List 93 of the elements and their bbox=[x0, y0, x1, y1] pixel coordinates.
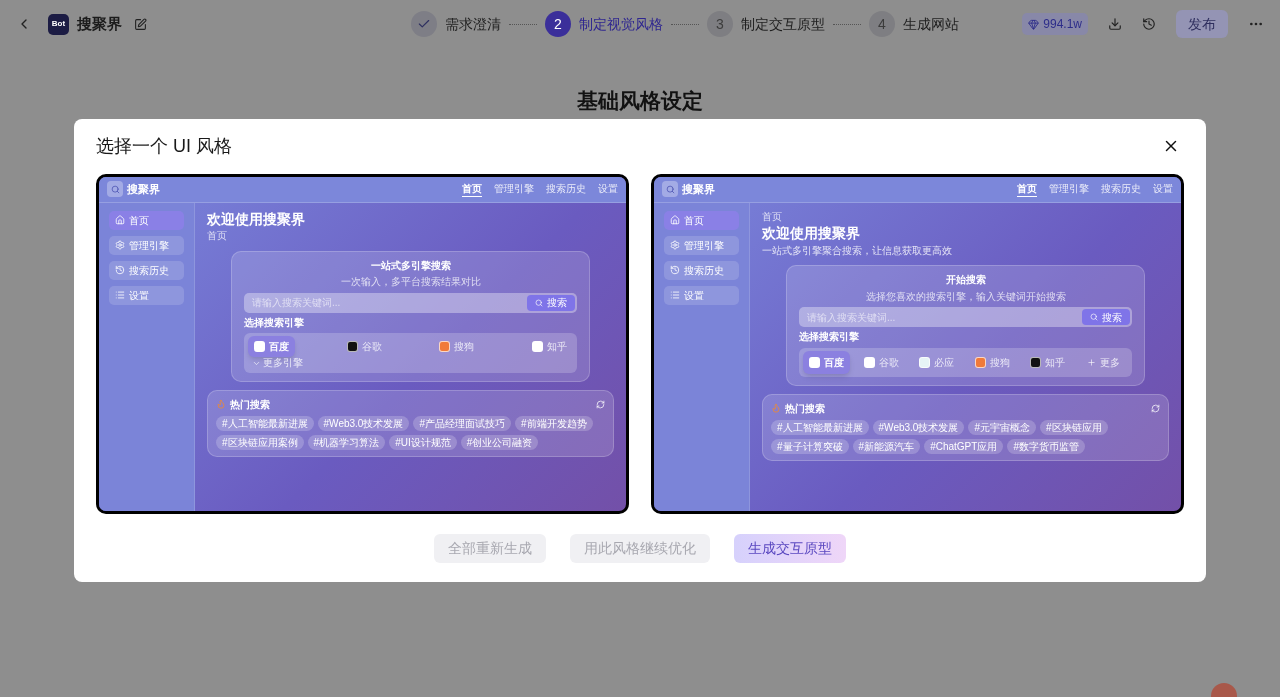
dialog-title: 选择一个 UI 风格 bbox=[96, 134, 232, 158]
project-title: 搜聚界 bbox=[77, 13, 122, 34]
hot-tag[interactable]: #区块链应用案例 bbox=[216, 434, 304, 450]
nav-link[interactable]: 首页 bbox=[462, 181, 482, 197]
hot-tag[interactable]: #UI设计规范 bbox=[389, 434, 457, 450]
search-button[interactable]: 搜索 bbox=[527, 294, 575, 311]
engine-option[interactable]: 必应 bbox=[913, 350, 961, 374]
nav-link[interactable]: 首页 bbox=[1017, 181, 1037, 197]
hot-tag[interactable]: #Web3.0技术发展 bbox=[872, 419, 965, 435]
engine-option[interactable]: 搜狗 bbox=[433, 336, 481, 357]
logo-search-icon bbox=[662, 181, 678, 197]
engine-option[interactable]: 谷歌 bbox=[858, 350, 906, 374]
hot-tag[interactable]: #ChatGPT应用 bbox=[924, 438, 1004, 454]
nav-link[interactable]: 搜索历史 bbox=[1101, 181, 1141, 197]
hot-search-title: 热门搜索 bbox=[230, 397, 270, 412]
search-icon bbox=[535, 298, 543, 307]
engine-option[interactable]: 知乎 bbox=[525, 336, 573, 357]
search-card-title: 开始搜索 bbox=[944, 274, 987, 287]
settings-icon bbox=[115, 240, 125, 250]
history-icon[interactable] bbox=[1142, 17, 1156, 31]
hot-tag[interactable]: #前端开发趋势 bbox=[514, 415, 593, 431]
step-number: 4 bbox=[869, 11, 895, 37]
history-icon bbox=[670, 265, 680, 275]
hot-tag[interactable]: #区块链应用 bbox=[1039, 419, 1108, 435]
engine-option[interactable]: 百度 bbox=[803, 350, 850, 374]
breadcrumb: 首页 bbox=[762, 210, 783, 223]
hot-tag[interactable]: #创业公司融资 bbox=[460, 434, 539, 450]
sidebar-item[interactable]: 首页 bbox=[664, 210, 739, 230]
step-label: 生成网站 bbox=[903, 14, 959, 34]
refresh-icon bbox=[596, 399, 605, 409]
sidebar-item[interactable]: 首页 bbox=[109, 210, 184, 230]
list-icon bbox=[115, 290, 125, 300]
engine-option[interactable]: 知乎 bbox=[1023, 350, 1071, 374]
edit-icon[interactable] bbox=[134, 17, 147, 31]
step-label: 需求澄清 bbox=[445, 14, 501, 34]
download-icon[interactable] bbox=[1108, 17, 1122, 31]
settings-icon bbox=[670, 240, 680, 250]
step-number: 3 bbox=[707, 11, 733, 37]
sidebar-item[interactable]: 搜索历史 bbox=[664, 260, 739, 280]
search-icon bbox=[1090, 313, 1098, 321]
search-card-title: 一站式多引擎搜索 bbox=[369, 259, 452, 272]
credits-badge[interactable]: 994.1w bbox=[1022, 13, 1088, 35]
sidebar-item[interactable]: 搜索历史 bbox=[109, 260, 184, 280]
sidebar-item[interactable]: 管理引擎 bbox=[109, 235, 184, 255]
engine-option[interactable]: 搜狗 bbox=[968, 350, 1016, 374]
subtitle: 一站式多引擎聚合搜索，让信息获取更高效 bbox=[762, 244, 953, 257]
gem-icon bbox=[1028, 18, 1040, 30]
nav-link[interactable]: 设置 bbox=[598, 181, 618, 197]
engine-option[interactable]: 百度 bbox=[248, 336, 295, 357]
engines-label: 选择搜索引擎 bbox=[244, 316, 305, 329]
home-icon bbox=[670, 215, 680, 225]
logo-search-icon bbox=[107, 181, 123, 197]
sidebar-item[interactable]: 设置 bbox=[664, 285, 739, 305]
brand-name: 搜聚界 bbox=[682, 181, 715, 197]
nav-link[interactable]: 管理引擎 bbox=[1049, 181, 1089, 197]
step-label: 制定交互原型 bbox=[741, 14, 825, 34]
page-title: 基础风格设定 bbox=[576, 88, 704, 114]
flame-icon bbox=[216, 399, 226, 409]
hot-tag[interactable]: #产品经理面试技巧 bbox=[413, 415, 511, 431]
step-number: 2 bbox=[545, 11, 571, 37]
welcome-heading: 欢迎使用搜聚界 bbox=[762, 225, 861, 243]
hot-search-title: 热门搜索 bbox=[785, 401, 825, 416]
hot-tag[interactable]: #Web3.0技术发展 bbox=[317, 415, 410, 431]
style-preview[interactable] bbox=[651, 173, 1184, 514]
hot-tag[interactable]: #新能源汽车 bbox=[852, 438, 921, 454]
engines-label: 选择搜索引擎 bbox=[799, 331, 860, 344]
engine-option[interactable]: 谷歌 bbox=[340, 336, 388, 357]
hot-tag[interactable]: #机器学习算法 bbox=[307, 434, 386, 450]
search-card-subtitle: 选择您喜欢的搜索引擎，输入关键词开始搜索 bbox=[864, 290, 1067, 303]
sidebar-item[interactable]: 管理引擎 bbox=[664, 235, 739, 255]
hot-tag[interactable]: #数字货币监管 bbox=[1007, 438, 1085, 454]
more-engines-link[interactable]: 更多 bbox=[1078, 350, 1128, 374]
step-label: 制定视觉风格 bbox=[579, 14, 663, 34]
brand-name: 搜聚界 bbox=[127, 181, 160, 197]
search-button[interactable]: 搜索 bbox=[1082, 309, 1130, 325]
hot-tag[interactable]: #元宇宙概念 bbox=[968, 419, 1036, 435]
history-icon bbox=[115, 265, 125, 275]
bot-badge: Bot bbox=[48, 13, 69, 35]
sidebar-item[interactable]: 设置 bbox=[109, 285, 184, 305]
refresh-icon bbox=[1151, 403, 1160, 413]
hot-tag[interactable]: #人工智能最新进展 bbox=[771, 419, 869, 435]
list-icon bbox=[670, 290, 680, 300]
welcome-heading: 欢迎使用搜聚界 bbox=[207, 210, 306, 228]
nav-link[interactable]: 设置 bbox=[1153, 181, 1173, 197]
home-icon bbox=[115, 215, 125, 225]
plus-icon bbox=[1086, 357, 1096, 367]
hot-tag[interactable]: #量子计算突破 bbox=[771, 438, 849, 454]
more-engines-link[interactable]: 更多引擎 bbox=[248, 357, 573, 370]
flame-icon bbox=[771, 403, 781, 413]
breadcrumb: 首页 bbox=[207, 230, 228, 243]
nav-link[interactable]: 搜索历史 bbox=[546, 181, 586, 197]
nav-link[interactable]: 管理引擎 bbox=[494, 181, 534, 197]
hot-tag[interactable]: #人工智能最新进展 bbox=[216, 415, 314, 431]
